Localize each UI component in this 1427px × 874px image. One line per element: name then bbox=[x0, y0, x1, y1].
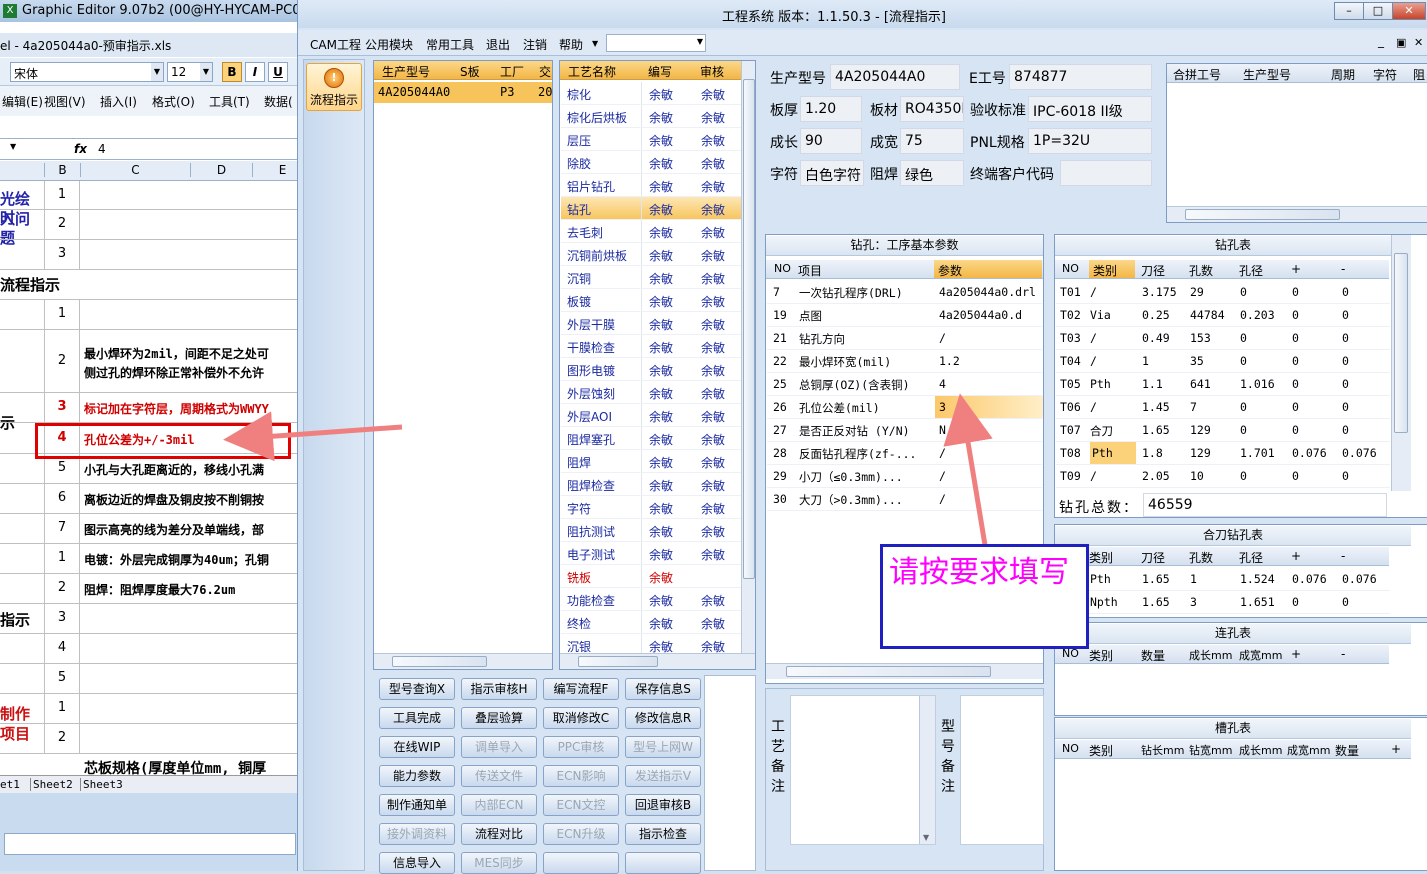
arrow-to-excel bbox=[223, 411, 403, 462]
annotation-note: 请按要求填写 bbox=[880, 544, 1089, 649]
annotation-overlay bbox=[223, 393, 993, 546]
arrow-to-param bbox=[943, 393, 993, 546]
